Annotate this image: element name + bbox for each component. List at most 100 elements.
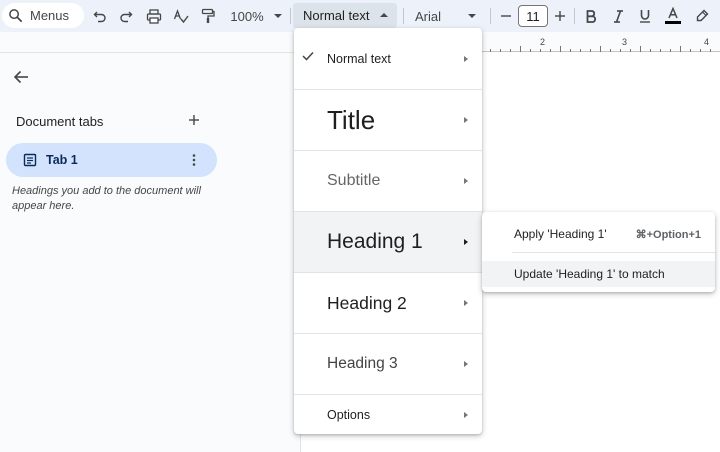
ruler-tick — [590, 49, 591, 52]
text-color-icon — [665, 7, 681, 24]
font-size-input[interactable]: 11 — [518, 5, 548, 27]
increase-font-size-button[interactable] — [552, 5, 568, 27]
ruler-tick — [690, 49, 691, 52]
zoom-select[interactable]: 100% — [227, 5, 285, 27]
outline-hint: Headings you add to the document will ap… — [12, 185, 201, 212]
paragraph-style-select[interactable]: Normal text — [293, 3, 397, 28]
ruler-label: 4 — [704, 37, 710, 47]
undo-icon — [93, 11, 106, 23]
toolbar-divider — [290, 8, 291, 24]
chevron-right-icon — [464, 178, 468, 184]
tab-item-tab-1[interactable]: Tab 1 — [6, 143, 217, 177]
undo-button[interactable] — [91, 5, 109, 27]
add-tab-button[interactable] — [186, 112, 202, 128]
paint-format-button[interactable] — [198, 5, 218, 27]
menu-item-label: Heading 2 — [327, 292, 407, 313]
ruler-tick — [570, 49, 571, 52]
menu-item-label: Options — [327, 407, 371, 422]
ruler-tick — [540, 49, 541, 52]
redo-icon — [120, 11, 133, 23]
underline-icon — [640, 10, 650, 23]
ruler-tick — [610, 49, 611, 52]
underline-button[interactable] — [636, 5, 654, 27]
highlight-button[interactable] — [693, 5, 711, 27]
menu-item-normal-text[interactable]: Normal text — [294, 28, 482, 90]
ruler-tick — [560, 46, 561, 52]
ruler-tick — [510, 49, 511, 52]
font-family-value: Arial — [415, 8, 442, 24]
document-tabs-heading: Document tabs — [16, 114, 104, 129]
more-vert-icon[interactable] — [186, 152, 202, 168]
menu-item-label: Heading 3 — [327, 355, 398, 372]
menu-item-label: Normal text — [327, 51, 391, 66]
ruler-tick — [680, 46, 681, 52]
chevron-right-icon — [464, 55, 468, 62]
document-icon — [23, 153, 37, 167]
heading-1-submenu: Apply 'Heading 1' ⌘+Option+1 Update 'Hea… — [482, 212, 715, 292]
menu-item-heading-1[interactable]: Heading 1 — [294, 212, 482, 273]
ruler-tick — [640, 46, 641, 52]
menu-item-label: Heading 1 — [327, 230, 423, 253]
chevron-right-icon — [464, 117, 468, 123]
apply-heading-1-item[interactable]: Apply 'Heading 1' ⌘+Option+1 — [482, 220, 715, 252]
bold-icon — [586, 9, 596, 23]
menu-item-heading-3[interactable]: Heading 3 — [294, 334, 482, 395]
ruler-tick — [670, 49, 671, 52]
ruler-tick — [550, 49, 551, 52]
ruler-label: 3 — [622, 37, 628, 47]
ruler-tick — [710, 49, 711, 52]
chevron-up-icon — [380, 13, 388, 17]
italic-button[interactable] — [609, 5, 627, 27]
ruler-tick — [600, 46, 601, 52]
update-heading-1-item[interactable]: Update 'Heading 1' to match — [482, 261, 715, 287]
ruler-tick — [500, 49, 501, 52]
plus-icon — [555, 11, 565, 21]
menu-item-subtitle[interactable]: Subtitle — [294, 151, 482, 212]
text-color-button[interactable] — [662, 5, 684, 27]
paint-format-icon — [201, 8, 215, 23]
menus-label: Menus — [30, 8, 70, 23]
ruler-tick — [650, 49, 651, 52]
apply-label: Apply 'Heading 1' — [514, 227, 607, 241]
spellcheck-icon — [173, 8, 189, 23]
font-family-select[interactable]: Arial — [412, 5, 484, 27]
print-icon — [146, 8, 162, 24]
highlight-icon — [696, 9, 709, 22]
toolbar-divider — [490, 8, 491, 24]
ruler-tick — [520, 46, 521, 52]
menu-item-options[interactable]: Options — [294, 395, 482, 434]
minus-icon — [501, 15, 511, 17]
plus-icon — [189, 115, 199, 125]
ruler-tick — [490, 49, 491, 52]
chevron-right-icon — [464, 361, 468, 367]
ruler-tick — [630, 49, 631, 52]
chevron-down-icon — [468, 14, 476, 18]
arrow-left-icon — [13, 70, 28, 84]
tab-label: Tab 1 — [46, 153, 78, 167]
bold-button[interactable] — [582, 5, 600, 27]
ruler-label: 2 — [540, 37, 546, 47]
ruler-tick — [660, 49, 661, 52]
spellcheck-button[interactable] — [171, 5, 191, 27]
decrease-font-size-button[interactable] — [498, 5, 514, 27]
search-icon — [9, 9, 22, 22]
print-button[interactable] — [144, 5, 164, 27]
sidebar-top-divider — [0, 52, 300, 53]
menu-item-title[interactable]: Title — [294, 90, 482, 151]
chevron-right-icon — [464, 300, 468, 306]
ruler-tick — [530, 49, 531, 52]
chevron-right-icon — [464, 239, 468, 245]
search-menus-button[interactable]: Menus — [2, 3, 84, 28]
ruler-tick — [620, 49, 621, 52]
style-value: Normal text — [303, 8, 370, 23]
back-button[interactable] — [10, 66, 32, 88]
menu-item-heading-2[interactable]: Heading 2 — [294, 273, 482, 334]
chevron-down-icon — [273, 14, 282, 18]
zoom-value: 100% — [230, 8, 264, 24]
menu-item-label: Subtitle — [327, 172, 381, 189]
ruler-tick — [580, 49, 581, 52]
redo-button[interactable] — [117, 5, 135, 27]
checkmark-icon — [302, 51, 314, 61]
update-label: Update 'Heading 1' to match — [514, 267, 665, 281]
menu-item-label: Title — [327, 104, 376, 135]
